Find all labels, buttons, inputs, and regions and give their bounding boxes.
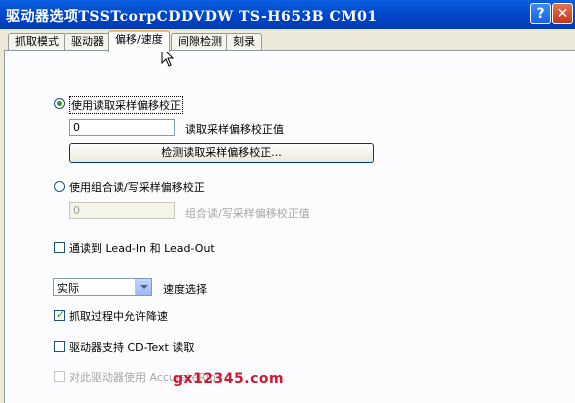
combined-offset-label[interactable]: 使用组合读/写采样偏移校正 (69, 179, 205, 195)
tab-burn[interactable]: 刻录 (226, 33, 262, 51)
cd-text-label[interactable]: 驱动器支持 CD-Text 读取 (69, 339, 194, 355)
tab-gap-detection[interactable]: 间隙检测 (171, 33, 229, 51)
read-sample-offset-input[interactable]: 0 (69, 119, 175, 136)
tab-offset-speed[interactable]: 偏移/速度 (108, 30, 170, 52)
tab-rip-mode[interactable]: 抓取模式 (8, 33, 66, 51)
title-bar: 驱动器选项TSSTcorpCDDVDW TS-H653B CM01 ? ✕ (0, 0, 575, 29)
lead-in-out-checkbox[interactable] (54, 242, 65, 253)
read-sample-offset-label[interactable]: 使用读取采样偏移校正 (69, 96, 183, 114)
speed-select-value: 实际 (57, 282, 79, 295)
combined-offset-value-label: 组合读/写采样偏移校正值 (185, 207, 310, 220)
speed-select-label: 速度选择 (163, 283, 207, 296)
read-sample-offset-radio[interactable] (54, 98, 65, 109)
combined-offset-input[interactable]: 0 (69, 202, 175, 219)
tab-strip: 抓取模式 驱动器 偏移/速度 间隙检测 刻录 (0, 29, 575, 52)
combined-offset-radio[interactable] (54, 181, 65, 192)
tab-drive[interactable]: 驱动器 (64, 33, 111, 51)
speed-select[interactable]: 实际 (53, 278, 152, 296)
dropdown-button[interactable] (135, 279, 151, 295)
cd-text-checkbox[interactable] (54, 341, 65, 352)
allow-slowdown-label[interactable]: 抓取过程中允许降速 (69, 308, 168, 324)
help-button[interactable]: ? (530, 3, 551, 24)
detect-offset-button[interactable]: 检测读取采样偏移校正... (69, 143, 374, 163)
chevron-down-icon (140, 285, 148, 289)
watermark: gx12345.com (173, 371, 285, 387)
allow-slowdown-checkbox[interactable]: ✓ (54, 308, 66, 321)
window-title: 驱动器选项TSSTcorpCDDVDW TS-H653B CM01 (6, 9, 378, 25)
read-sample-offset-value-label: 读取采样偏移校正值 (185, 123, 284, 136)
close-button[interactable]: ✕ (552, 3, 573, 24)
lead-in-out-label[interactable]: 通读到 Lead-In 和 Lead-Out (69, 240, 215, 256)
accuraterip-checkbox[interactable] (54, 371, 65, 382)
radio-selected-dot (57, 101, 62, 106)
checkmark-icon: ✓ (56, 308, 66, 321)
